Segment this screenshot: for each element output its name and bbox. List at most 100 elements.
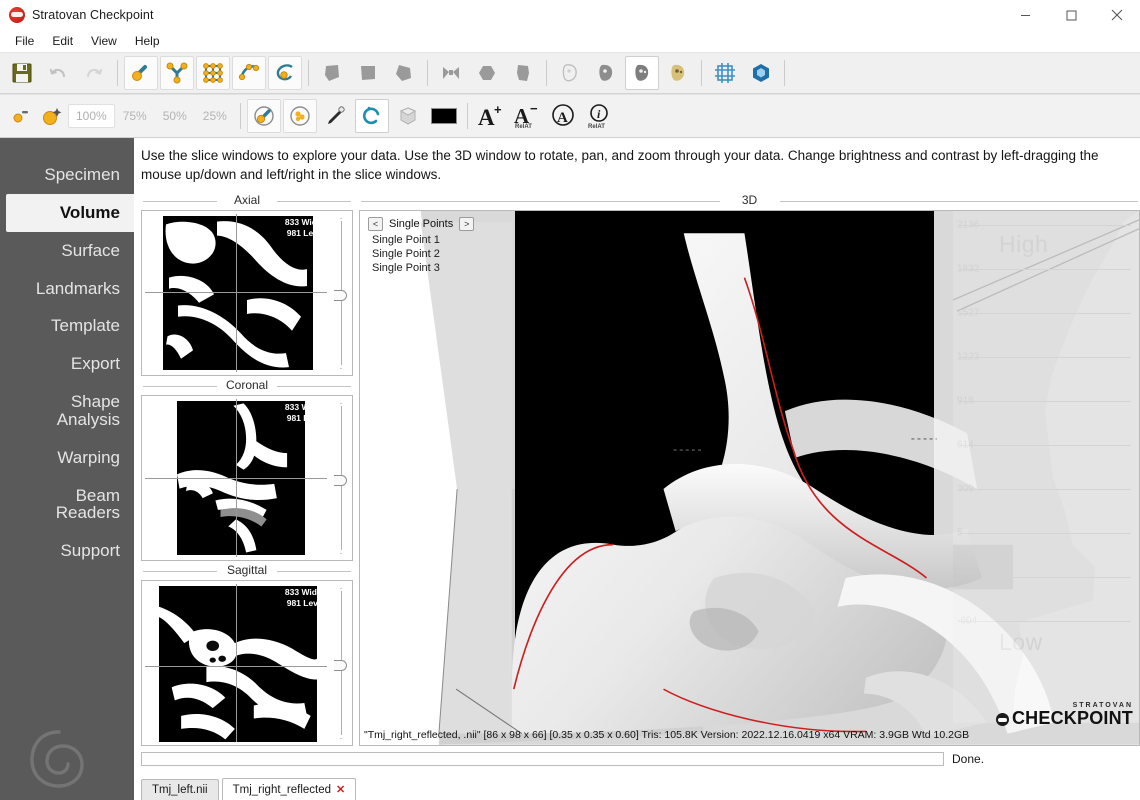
slice-canvas-axial[interactable]: 833 Width 981 Level bbox=[145, 214, 327, 372]
next-point-group-button[interactable]: > bbox=[459, 217, 474, 231]
tab-tmj-right-reflected[interactable]: Tmj_right_reflected ✕ bbox=[222, 778, 357, 800]
skull-solid-button[interactable] bbox=[625, 56, 659, 90]
menu-bar: File Edit View Help bbox=[0, 30, 1140, 52]
menu-file[interactable]: File bbox=[6, 32, 43, 50]
slice-frame-coronal: 833 Width 981 Level · · bbox=[141, 395, 353, 561]
point-patch-tool[interactable] bbox=[160, 56, 194, 90]
single-points-panel: < Single Points > Single Point 1 Single … bbox=[368, 217, 474, 275]
viewport-3d[interactable]: < Single Points > Single Point 1 Single … bbox=[359, 210, 1140, 746]
info-labels-button[interactable]: i RelAT bbox=[582, 99, 616, 133]
slice-shape-2-button[interactable] bbox=[351, 56, 385, 90]
slice-canvas-coronal[interactable]: 833 Width 981 Level bbox=[145, 399, 327, 557]
slice-scrollbar-axial[interactable]: · · bbox=[330, 211, 352, 375]
slice-frame-sagittal: 833 Width 981 Level · · bbox=[141, 580, 353, 746]
menu-view[interactable]: View bbox=[82, 32, 126, 50]
cube-view-button[interactable] bbox=[391, 99, 425, 133]
toggle-labels-button[interactable]: A bbox=[546, 99, 580, 133]
crosshair-vertical bbox=[236, 214, 237, 372]
sidebar-item-support[interactable]: Support bbox=[0, 532, 134, 570]
sidebar-item-template[interactable]: Template bbox=[0, 307, 134, 345]
menu-edit[interactable]: Edit bbox=[43, 32, 82, 50]
sidebar-item-shape-analysis[interactable]: Shape Analysis bbox=[0, 383, 134, 439]
slice-title-coronal: Coronal bbox=[141, 376, 353, 395]
slice-shapes-group bbox=[314, 53, 422, 93]
mirror-button[interactable] bbox=[434, 56, 468, 90]
curve-tool[interactable] bbox=[232, 56, 266, 90]
svg-text:+: + bbox=[494, 103, 502, 117]
main-toolbar bbox=[0, 52, 1140, 94]
prev-point-group-button[interactable]: < bbox=[368, 217, 383, 231]
width-label-sagittal: 833 Width bbox=[285, 587, 325, 598]
save-button[interactable] bbox=[5, 56, 39, 90]
shield-shape-button[interactable] bbox=[506, 56, 540, 90]
zoom-100-button[interactable]: 100% bbox=[68, 104, 115, 128]
list-item[interactable]: Single Point 3 bbox=[368, 261, 474, 275]
volume-render-button[interactable] bbox=[744, 56, 778, 90]
single-points-header: < Single Points > bbox=[368, 217, 474, 231]
increase-font-button[interactable]: A + bbox=[474, 99, 508, 133]
close-button[interactable] bbox=[1094, 0, 1140, 30]
slice-pane-sagittal: Sagittal bbox=[141, 561, 353, 746]
slice-title-sagittal: Sagittal bbox=[141, 561, 353, 580]
background-color-swatch[interactable] bbox=[427, 99, 461, 133]
slice-shape-1-button[interactable] bbox=[315, 56, 349, 90]
list-item[interactable]: Single Point 2 bbox=[368, 247, 474, 261]
pane-3d: 3D bbox=[359, 191, 1140, 746]
menu-help[interactable]: Help bbox=[126, 32, 169, 50]
level-label-coronal: 981 Level bbox=[285, 413, 325, 424]
level-label-axial: 981 Level bbox=[285, 228, 325, 239]
redo-button[interactable] bbox=[77, 56, 111, 90]
sidebar-item-export[interactable]: Export bbox=[0, 345, 134, 383]
close-x-icon[interactable]: ✕ bbox=[336, 783, 345, 796]
app-body: Specimen Volume Surface Landmarks Templa… bbox=[0, 138, 1140, 800]
slice-title-axial: Axial bbox=[141, 191, 353, 210]
maximize-button[interactable] bbox=[1048, 0, 1094, 30]
list-item[interactable]: Single Point 1 bbox=[368, 233, 474, 247]
scroll-tick-bottom: · bbox=[340, 550, 343, 556]
bounding-box-button[interactable] bbox=[708, 56, 742, 90]
tab-tmj-left[interactable]: Tmj_left.nii bbox=[141, 779, 219, 800]
scroll-tick-bottom: · bbox=[340, 365, 343, 371]
skull-outline-button[interactable] bbox=[553, 56, 587, 90]
status-row: Done. bbox=[141, 749, 1132, 769]
toolbar-separator bbox=[467, 103, 468, 129]
point-size-large-button[interactable] bbox=[37, 101, 67, 131]
sidebar-item-specimen[interactable]: Specimen bbox=[0, 156, 134, 194]
skull-gold-button[interactable] bbox=[661, 56, 695, 90]
scroll-thumb[interactable] bbox=[334, 475, 347, 486]
undo-button[interactable] bbox=[41, 56, 75, 90]
point-snap-button[interactable] bbox=[247, 99, 281, 133]
slice-canvas-sagittal[interactable]: 833 Width 981 Level bbox=[145, 584, 327, 742]
skull-gray-button[interactable] bbox=[589, 56, 623, 90]
point-size-small-button[interactable] bbox=[5, 101, 35, 131]
sidebar-item-warping[interactable]: Warping bbox=[0, 439, 134, 477]
window-level-overlay-sagittal: 833 Width 981 Level bbox=[285, 587, 325, 608]
sagittal-image bbox=[159, 586, 317, 742]
point-sphere-button[interactable] bbox=[283, 99, 317, 133]
reset-rotation-button[interactable] bbox=[355, 99, 389, 133]
sidebar-item-volume[interactable]: Volume bbox=[6, 194, 134, 232]
eyedropper-button[interactable] bbox=[319, 99, 353, 133]
slice-scrollbar-sagittal[interactable]: · · bbox=[330, 581, 352, 745]
sidebar-item-landmarks[interactable]: Landmarks bbox=[0, 270, 134, 308]
swirl-logo-icon bbox=[26, 726, 92, 792]
slice-scrollbar-coronal[interactable]: · · bbox=[330, 396, 352, 560]
progress-bar bbox=[141, 752, 944, 766]
decrease-font-button[interactable]: A − RelAT bbox=[510, 99, 544, 133]
zoom-50-button[interactable]: 50% bbox=[155, 104, 195, 128]
svg-text:RelAT: RelAT bbox=[515, 124, 532, 129]
sidebar-item-beam-readers[interactable]: Beam Readers bbox=[0, 477, 134, 533]
scroll-thumb[interactable] bbox=[334, 290, 347, 301]
hexagon-button[interactable] bbox=[470, 56, 504, 90]
grid-patch-tool[interactable] bbox=[196, 56, 230, 90]
zoom-75-button[interactable]: 75% bbox=[115, 104, 155, 128]
single-point-tool[interactable] bbox=[124, 56, 158, 90]
slice-shape-3-button[interactable] bbox=[387, 56, 421, 90]
scroll-thumb[interactable] bbox=[334, 660, 347, 671]
surface-patch-tool[interactable] bbox=[268, 56, 302, 90]
document-tabs: Tmj_left.nii Tmj_right_reflected ✕ bbox=[141, 774, 1132, 800]
zoom-25-button[interactable]: 25% bbox=[195, 104, 235, 128]
sidebar-item-surface[interactable]: Surface bbox=[0, 232, 134, 270]
minimize-button[interactable] bbox=[1002, 0, 1048, 30]
sidebar-nav: Specimen Volume Surface Landmarks Templa… bbox=[0, 138, 134, 800]
